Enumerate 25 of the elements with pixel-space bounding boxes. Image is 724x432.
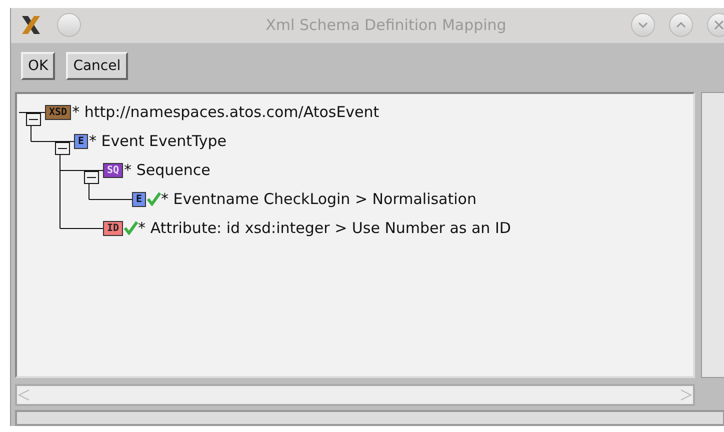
menu-button[interactable]: [57, 13, 81, 38]
horizontal-scrollbar[interactable]: [15, 384, 695, 406]
node-type-icon: E: [132, 192, 146, 207]
node-type-icon: E: [74, 134, 88, 149]
collapse-button[interactable]: [84, 170, 99, 184]
vertical-scrollbar[interactable]: [701, 92, 724, 378]
close-icon: [713, 19, 724, 32]
node-type-icon: SQ: [103, 162, 124, 178]
cancel-button[interactable]: Cancel: [66, 52, 128, 80]
ok-button[interactable]: OK: [21, 52, 56, 80]
tree-node-label[interactable]: * Event EventType: [89, 132, 226, 150]
collapse-button[interactable]: [55, 142, 70, 155]
tree-node-label[interactable]: * Sequence: [124, 161, 210, 180]
window-title: Xml Schema Definition Mapping: [264, 16, 508, 34]
collapse-button[interactable]: [26, 112, 41, 126]
scroll-right-icon[interactable]: [679, 388, 693, 402]
node-type-icon: ID: [103, 220, 124, 236]
node-type-icon: XSD: [45, 104, 72, 120]
tree-node-label[interactable]: * Eventname CheckLogin > Normalisation: [161, 190, 476, 208]
close-button[interactable]: [707, 13, 724, 38]
minimize-button[interactable]: [631, 13, 655, 38]
maximize-button[interactable]: [669, 13, 693, 38]
scroll-left-icon[interactable]: [17, 388, 31, 402]
tree-node-label[interactable]: * Attribute: id xsd:integer > Use Number as an ID: [138, 219, 511, 238]
tree-node-label[interactable]: * http://namespaces.atos.com/AtosEvent: [72, 103, 380, 122]
